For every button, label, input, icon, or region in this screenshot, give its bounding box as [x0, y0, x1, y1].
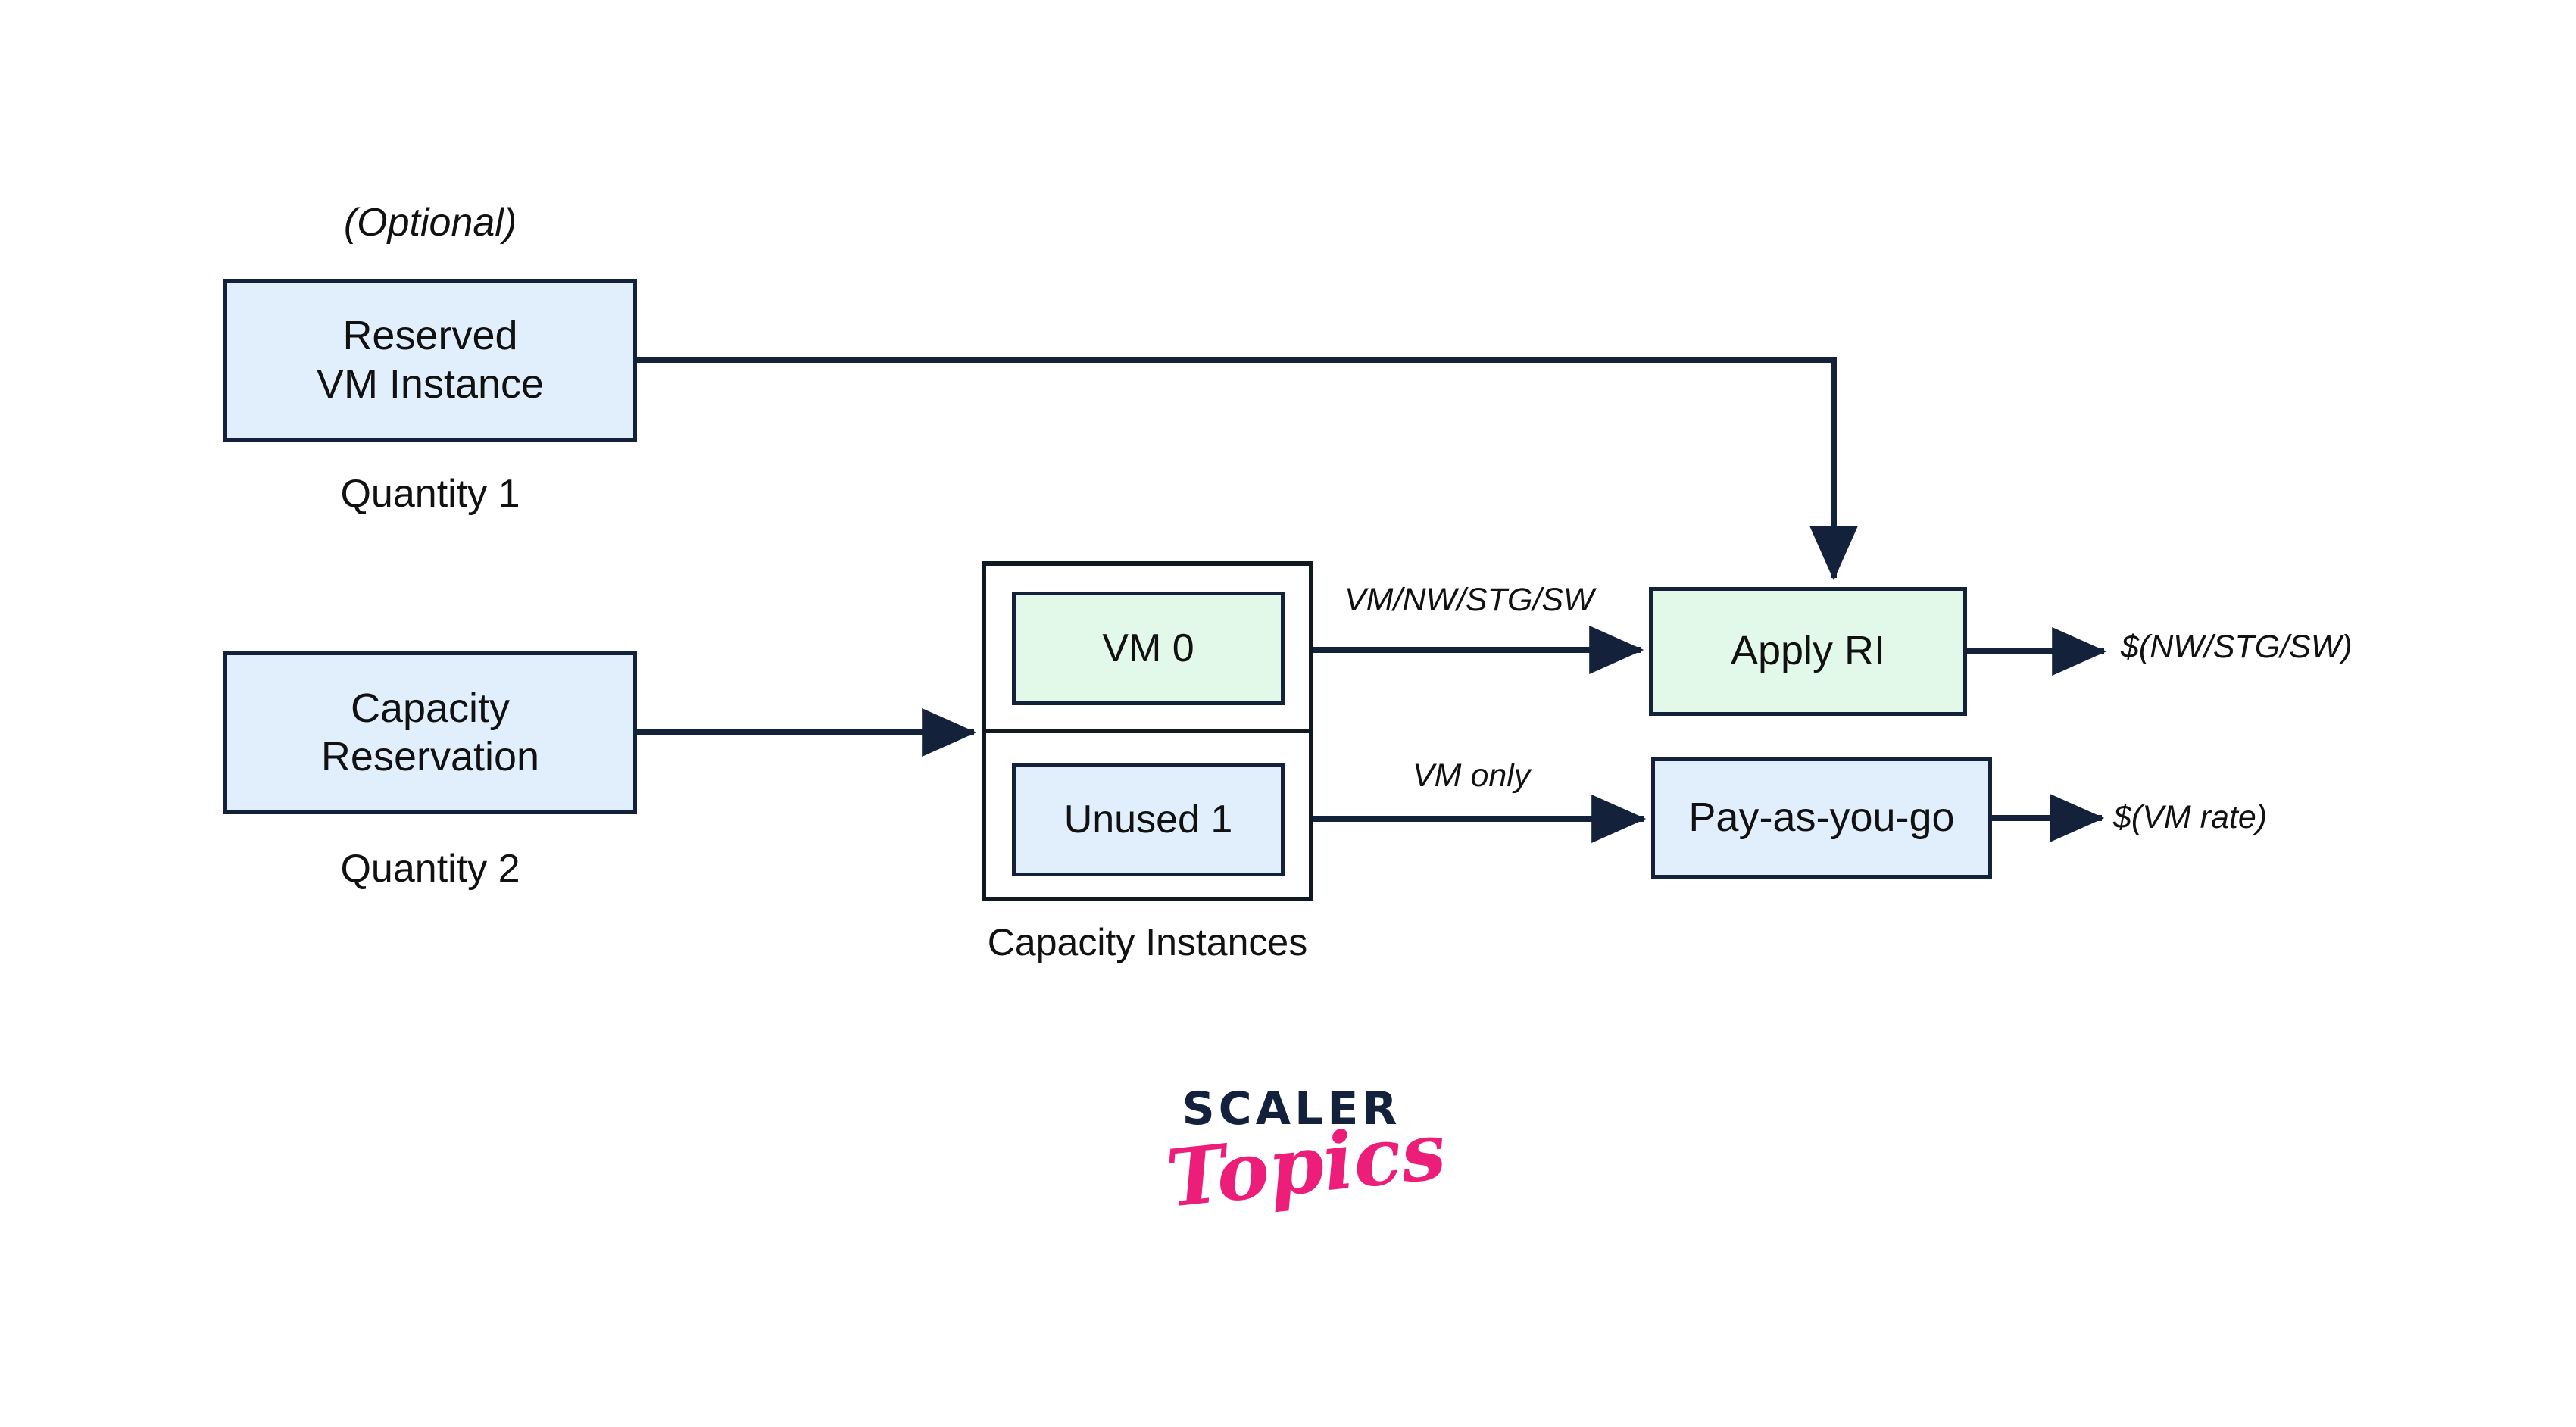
quantity-2-caption: Quantity 2 — [340, 847, 520, 891]
capacity-instances-divider — [986, 729, 1309, 733]
edge-reserved-vm-to-apply-ri — [637, 357, 1858, 581]
edge-label-vm-nw-stg-sw: VM/NW/STG/SW — [1344, 582, 1594, 618]
node-unused-1-label: Unused 1 — [1063, 798, 1233, 842]
node-reserved-vm-instance[interactable]: Reserved VM Instance — [223, 279, 637, 442]
node-vm-0[interactable]: VM 0 — [1012, 592, 1285, 705]
node-vm-0-label: VM 0 — [1102, 626, 1194, 670]
edge-label-vm-only: VM only — [1413, 757, 1531, 794]
cost-output-pay-as-you-go: $(VM rate) — [2113, 799, 2268, 835]
capacity-instances-caption: Capacity Instances — [987, 921, 1308, 963]
node-pay-as-you-go-label: Pay-as-you-go — [1688, 795, 1955, 841]
node-apply-ri-label: Apply RI — [1730, 628, 1886, 674]
capacity-instances-container: VM 0 Unused 1 — [982, 561, 1313, 901]
logo-script-topics: Topics — [1162, 1104, 1450, 1226]
quantity-1-caption: Quantity 1 — [340, 472, 520, 516]
node-capacity-reservation[interactable]: Capacity Reservation — [223, 651, 637, 814]
scaler-topics-logo: SCALER Topics — [1162, 1060, 1450, 1280]
node-capacity-reservation-label: Capacity Reservation — [320, 685, 540, 779]
node-unused-1[interactable]: Unused 1 — [1012, 763, 1285, 876]
cost-output-apply-ri: $(NW/STG/SW) — [2121, 629, 2353, 665]
node-pay-as-you-go[interactable]: Pay-as-you-go — [1651, 757, 1992, 879]
diagram-canvas: (Optional) Quantity 1 Quantity 2 Capacit… — [0, 0, 2576, 1427]
node-apply-ri[interactable]: Apply RI — [1649, 587, 1967, 716]
node-reserved-vm-instance-label: Reserved VM Instance — [316, 312, 545, 407]
optional-caption: (Optional) — [343, 201, 517, 245]
